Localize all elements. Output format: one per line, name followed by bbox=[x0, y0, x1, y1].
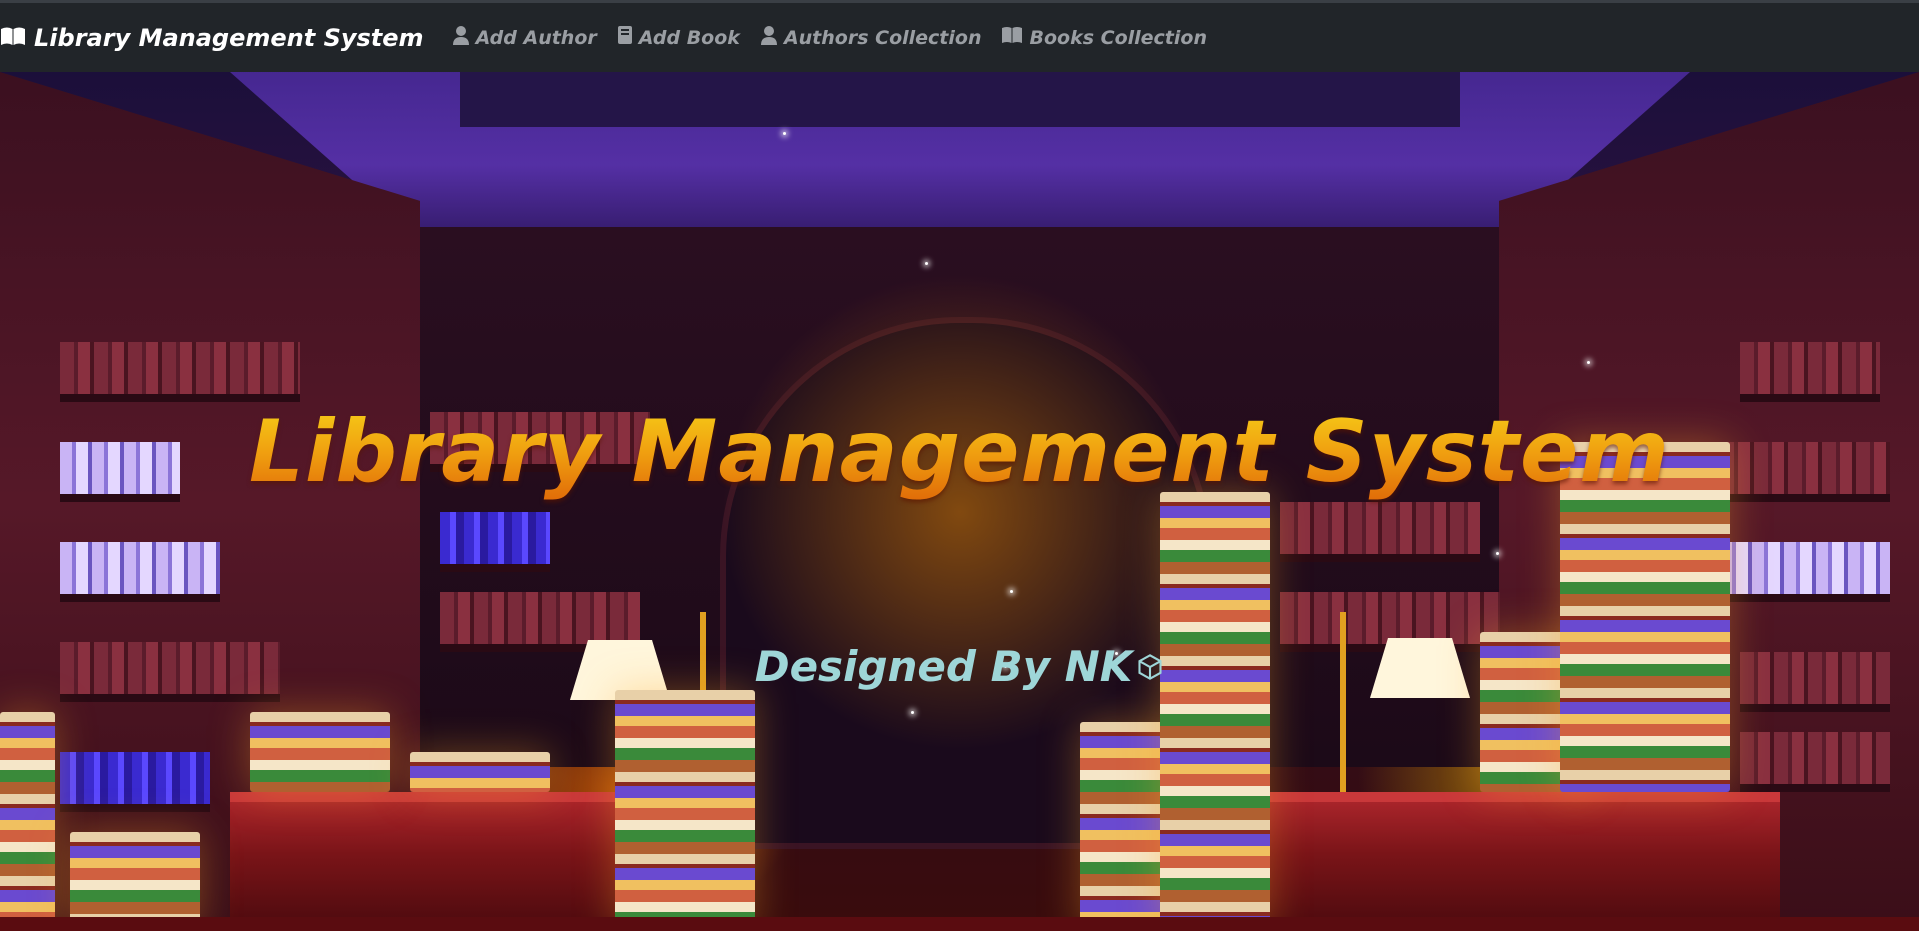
ceiling-recess bbox=[460, 72, 1460, 127]
book-stack bbox=[615, 690, 755, 931]
bookshelf-row bbox=[60, 752, 210, 812]
bookshelf-row bbox=[1280, 502, 1480, 562]
bookshelf-row bbox=[1740, 342, 1880, 402]
nav-add-author-label: Add Author bbox=[475, 26, 597, 49]
bookshelf-row bbox=[1720, 542, 1890, 602]
hero-subtitle-text: Designed By NK bbox=[754, 642, 1133, 691]
bookshelf-row bbox=[60, 542, 220, 602]
book-stack bbox=[0, 712, 55, 931]
top-navbar: Library Management System Add Author Add… bbox=[0, 0, 1919, 72]
bookshelf-row bbox=[1740, 732, 1890, 792]
bookshelf-row bbox=[440, 512, 550, 572]
floor-strip bbox=[0, 917, 1919, 931]
book-stack bbox=[1160, 492, 1270, 931]
book-icon bbox=[617, 25, 639, 50]
navbar-brand-label: Library Management System bbox=[34, 23, 424, 52]
nav-books-collection[interactable]: Books Collection bbox=[1001, 26, 1207, 49]
box-icon bbox=[1132, 642, 1164, 691]
navbar-brand[interactable]: Library Management System bbox=[0, 24, 424, 52]
sparkle bbox=[911, 711, 914, 714]
right-desk bbox=[1260, 792, 1780, 931]
nav-add-book[interactable]: Add Book bbox=[617, 25, 740, 50]
sparkle bbox=[1587, 361, 1590, 364]
hero-banner: Library Management System Designed By NK bbox=[0, 72, 1919, 931]
sparkle bbox=[1496, 552, 1499, 555]
hero-title: Library Management System bbox=[0, 402, 1919, 502]
book-open-icon bbox=[0, 24, 34, 52]
book-stack bbox=[250, 712, 390, 792]
nav-authors-collection[interactable]: Authors Collection bbox=[760, 25, 982, 50]
person-icon bbox=[452, 25, 476, 50]
left-desk bbox=[230, 792, 630, 931]
nav-add-book-label: Add Book bbox=[638, 26, 740, 49]
book-stack bbox=[410, 752, 550, 792]
bookshelf-row bbox=[60, 342, 300, 402]
hero-subtitle: Designed By NK bbox=[0, 642, 1919, 691]
book-open-icon bbox=[1001, 26, 1029, 49]
sparkle bbox=[925, 262, 928, 265]
nav-add-author[interactable]: Add Author bbox=[452, 25, 597, 50]
nav-books-collection-label: Books Collection bbox=[1029, 26, 1207, 49]
person-icon bbox=[760, 25, 784, 50]
sparkle bbox=[783, 132, 786, 135]
sparkle bbox=[1010, 590, 1013, 593]
nav-authors-collection-label: Authors Collection bbox=[783, 26, 982, 49]
